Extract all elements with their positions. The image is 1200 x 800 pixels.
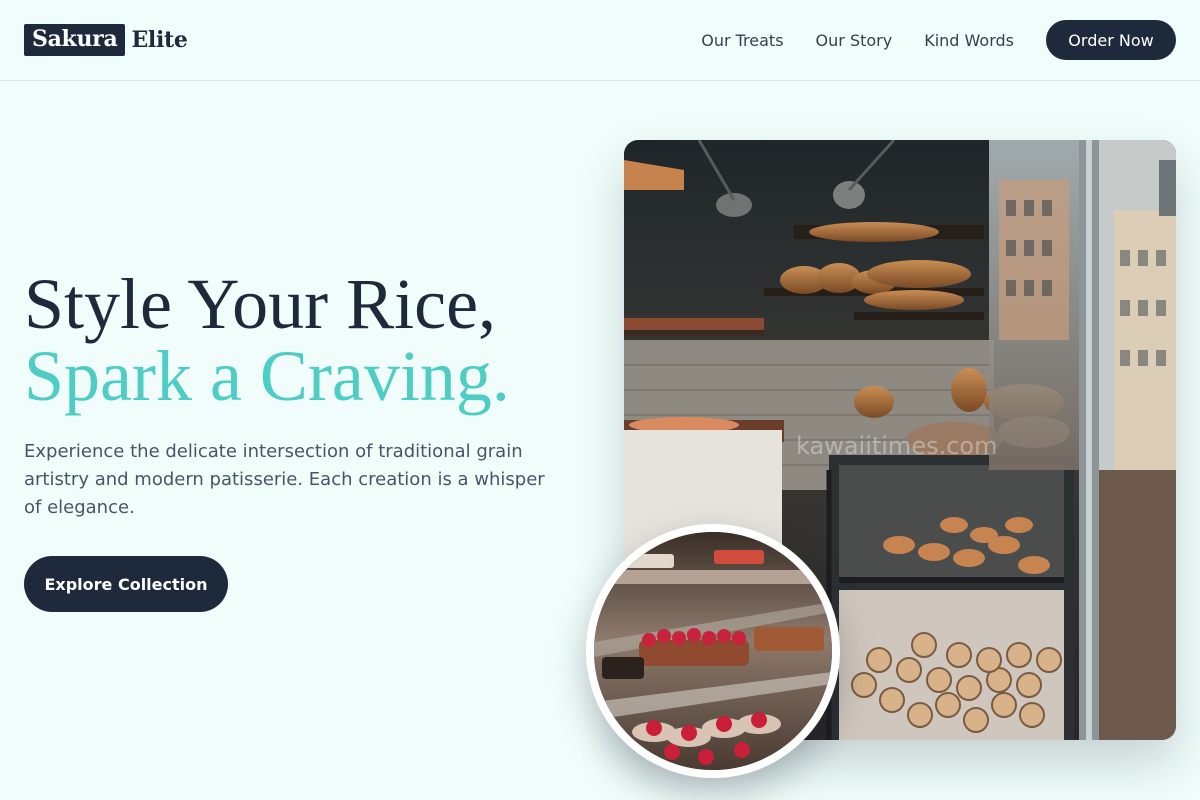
hero-section: Style Your Rice, Spark a Craving. Experi…	[24, 268, 584, 612]
brand-logo-highlight: Sakura	[24, 24, 126, 56]
explore-collection-button[interactable]: Explore Collection	[24, 556, 228, 612]
hero-description: Experience the delicate intersection of …	[24, 441, 545, 518]
hero-headline: Style Your Rice, Spark a Craving.	[24, 268, 584, 412]
nav-link-our-story[interactable]: Our Story	[816, 31, 893, 50]
image-watermark: kawaiitimes.com	[796, 432, 997, 460]
hero-headline-line2: Spark a Craving.	[24, 336, 510, 416]
dessert-case-circle-image	[586, 524, 840, 778]
brand-logo-text: Elite	[131, 27, 188, 53]
main-nav: Our Treats Our Story Kind Words Order No…	[701, 20, 1176, 60]
nav-link-kind-words[interactable]: Kind Words	[924, 31, 1014, 50]
site-header: Sakura Elite Our Treats Our Story Kind W…	[0, 0, 1200, 81]
order-now-button[interactable]: Order Now	[1046, 20, 1176, 60]
brand-logo[interactable]: Sakura Elite	[24, 24, 188, 56]
hero-headline-line1: Style Your Rice,	[24, 264, 497, 344]
nav-link-our-treats[interactable]: Our Treats	[701, 31, 783, 50]
